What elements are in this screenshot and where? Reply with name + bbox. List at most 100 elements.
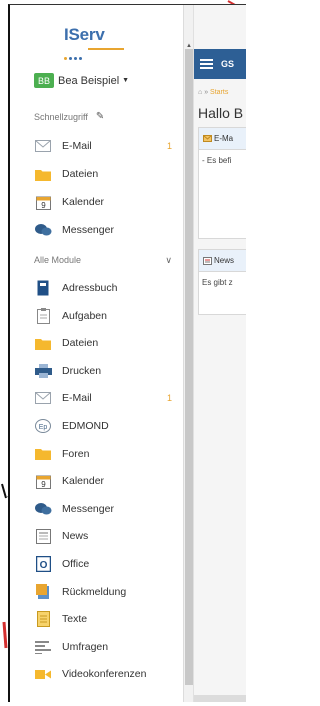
chevron-down-icon[interactable]: ∨ (165, 255, 172, 266)
nav-item-label: Office (62, 558, 90, 570)
chat-bubbles-icon (34, 222, 52, 238)
nav-item-label: Dateien (62, 168, 99, 180)
module-item-aufgaben[interactable]: Aufgaben (34, 305, 178, 327)
svg-text:Ep: Ep (39, 424, 48, 431)
chat-bubbles-icon (34, 501, 52, 517)
module-item-umfragen[interactable]: Umfragen (34, 636, 178, 658)
breadcrumb: ⌂ » Starts (198, 89, 228, 96)
nav-item-label: Drucken (62, 364, 102, 377)
module-item-drucken[interactable]: Drucken (34, 360, 178, 382)
user-name: Bea Beispiel (58, 74, 120, 87)
nav-item-label: Kalender (62, 196, 105, 208)
nav-item-label: News (62, 530, 89, 543)
calendar-icon: 9 (34, 473, 52, 489)
news-panel-header: News (199, 250, 246, 272)
forum-icon (34, 446, 52, 462)
quick-access-item-messenger[interactable]: Messenger (34, 219, 178, 241)
clipboard-icon (34, 307, 52, 324)
newspaper-icon (34, 528, 52, 544)
screen-frame: IServ BB Bea Beispiel ▼ Schnellzugriff ✎… (8, 4, 246, 702)
video-camera-icon (34, 666, 52, 682)
nav-item-label: E-Mail (62, 140, 92, 152)
email-panel-text: - Es befi (202, 156, 232, 165)
nav-item-label: Texte (62, 613, 88, 626)
news-panel-title: News (214, 256, 235, 265)
news-panel: News Es gibt z (198, 249, 246, 315)
nav-item-label: Messenger (62, 224, 114, 236)
module-item-kalender[interactable]: 9 Kalender (34, 470, 178, 492)
module-item-messenger[interactable]: Messenger (34, 498, 178, 520)
breadcrumb-current[interactable]: Starts (210, 89, 228, 96)
folder-icon (34, 166, 52, 182)
envelope-icon (34, 390, 52, 406)
newspaper-icon (203, 256, 212, 265)
quick-access-item-e-mail[interactable]: E-Mail 1 (34, 135, 178, 157)
email-panel-header: E-Ma (199, 128, 246, 150)
quick-access-item-kalender[interactable]: 9 Kalender (34, 191, 178, 213)
quick-access-label: Schnellzugriff (34, 111, 88, 122)
nav-item-label: Videokonferenzen (62, 668, 147, 681)
unread-count-badge: 1 (166, 393, 172, 404)
nav-item-label: E-Mail (62, 392, 92, 405)
top-bar: GS (194, 49, 246, 79)
avatar: BB (34, 73, 54, 88)
hamburger-menu-icon[interactable] (200, 57, 213, 71)
nav-item-label: EDMOND (62, 420, 109, 432)
nav-item-label: Adressbuch (62, 282, 118, 294)
email-panel: E-Ma - Es befi (198, 127, 246, 239)
nav-item-label: Rückmeldung (62, 585, 127, 598)
page-title: Hallo B (198, 105, 244, 121)
topbar-title: GS (221, 59, 235, 69)
email-panel-title: E-Ma (214, 134, 234, 143)
module-item-e-mail[interactable]: E-Mail 1 (34, 387, 178, 409)
user-menu[interactable]: BB Bea Beispiel ▼ (34, 73, 129, 88)
iserv-logo[interactable]: IServ (64, 25, 105, 45)
nav-item-label: Foren (62, 447, 90, 460)
svg-text:9: 9 (41, 480, 46, 489)
module-item-news[interactable]: News (34, 525, 178, 547)
text-document-icon (34, 611, 52, 628)
nav-item-label: Aufgaben (62, 309, 107, 322)
feedback-icon (34, 584, 52, 600)
nav-item-label: Umfragen (62, 640, 109, 653)
module-item-office[interactable]: O Office (34, 553, 178, 575)
all-modules-heading[interactable]: Alle Module ∨ (34, 255, 180, 266)
module-item-adressbuch[interactable]: Adressbuch (34, 277, 178, 299)
main-content: GS ⌂ » Starts Hallo B E-Ma - Es befi New… (194, 5, 246, 702)
all-modules-label: Alle Module (34, 255, 82, 265)
quick-access-item-dateien[interactable]: Dateien (34, 163, 178, 185)
module-item-edmond[interactable]: Ep EDMOND (34, 415, 178, 437)
scroll-thumb[interactable] (185, 49, 193, 685)
address-book-icon (34, 280, 52, 296)
module-item-dateien[interactable]: Dateien (34, 332, 178, 354)
folder-icon (34, 335, 52, 351)
svg-text:9: 9 (41, 201, 46, 210)
bottom-strip (194, 695, 246, 702)
svg-text:O: O (39, 560, 47, 571)
edmond-icon: Ep (34, 418, 52, 434)
sidebar-scrollbar[interactable]: ▲ (184, 5, 194, 702)
news-panel-text: Es gibt z (202, 278, 233, 287)
calendar-icon: 9 (34, 194, 52, 210)
logo-area: IServ (10, 5, 183, 60)
module-item-texte[interactable]: Texte (34, 608, 178, 630)
module-item-foren[interactable]: Foren (34, 443, 178, 465)
caret-down-icon: ▼ (122, 77, 130, 84)
home-icon[interactable]: ⌂ (198, 89, 202, 96)
pencil-icon[interactable]: ✎ (96, 111, 104, 122)
sidebar: IServ BB Bea Beispiel ▼ Schnellzugriff ✎… (10, 5, 184, 702)
breadcrumb-separator: » (204, 89, 209, 96)
module-item-videokonferenzen[interactable]: Videokonferenzen (34, 663, 178, 685)
poll-icon (34, 639, 52, 655)
envelope-icon (34, 138, 52, 154)
office-icon: O (34, 556, 52, 572)
module-item-r-ckmeldung[interactable]: Rückmeldung (34, 581, 178, 603)
logo-underline (88, 48, 124, 50)
nav-item-label: Kalender (62, 475, 105, 488)
nav-item-label: Messenger (62, 502, 114, 515)
nav-item-label: Dateien (62, 337, 99, 350)
envelope-icon (203, 135, 212, 142)
quick-access-heading: Schnellzugriff ✎ (34, 111, 104, 122)
unread-count-badge: 1 (166, 141, 172, 151)
printer-icon (34, 363, 52, 379)
